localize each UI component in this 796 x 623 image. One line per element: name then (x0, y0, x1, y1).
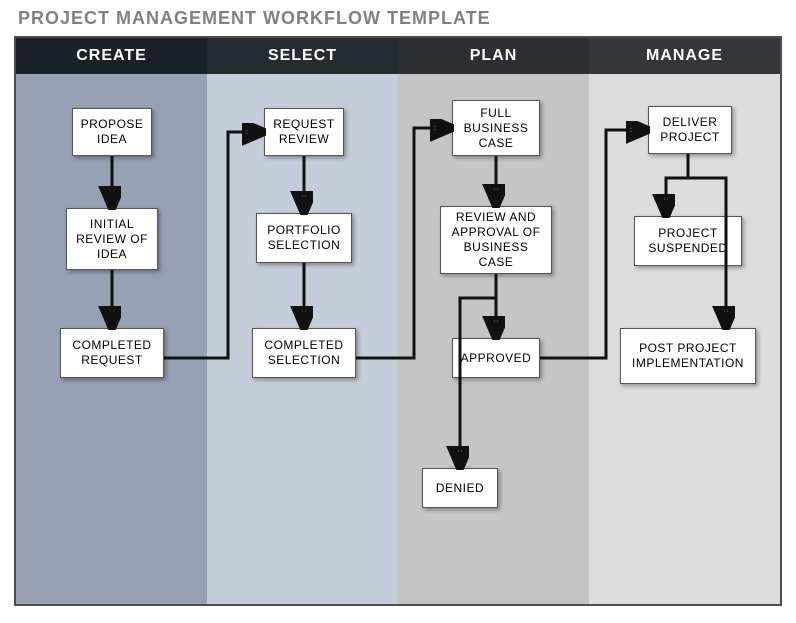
node-review-approval: REVIEW AND APPROVAL OF BUSINESS CASE (440, 206, 552, 274)
node-completed-selection: COMPLETED SELECTION (252, 328, 356, 378)
workflow-board: CREATE SELECT PLAN MANAGE PROPOSE IDEA I… (14, 36, 782, 606)
node-project-suspended: PROJECT SUSPENDED (634, 216, 742, 266)
column-header-manage: MANAGE (589, 38, 780, 74)
node-portfolio-selection: PORTFOLIO SELECTION (256, 213, 352, 263)
node-propose-idea: PROPOSE IDEA (72, 108, 152, 156)
node-denied: DENIED (422, 468, 498, 508)
node-full-business-case: FULL BUSINESS CASE (452, 100, 540, 156)
node-post-project-impl: POST PROJECT IMPLEMENTATION (620, 328, 756, 384)
node-completed-request: COMPLETED REQUEST (60, 328, 164, 378)
workflow-diagram: PROJECT MANAGEMENT WORKFLOW TEMPLATE CRE… (0, 0, 796, 623)
node-deliver-project: DELIVER PROJECT (648, 106, 732, 154)
node-approved: APPROVED (452, 338, 540, 378)
column-header-plan: PLAN (398, 38, 589, 74)
column-header-select: SELECT (207, 38, 398, 74)
node-initial-review: INITIAL REVIEW OF IDEA (66, 208, 158, 270)
node-request-review: REQUEST REVIEW (264, 108, 344, 156)
column-header-create: CREATE (16, 38, 207, 74)
page-title: PROJECT MANAGEMENT WORKFLOW TEMPLATE (18, 8, 491, 29)
